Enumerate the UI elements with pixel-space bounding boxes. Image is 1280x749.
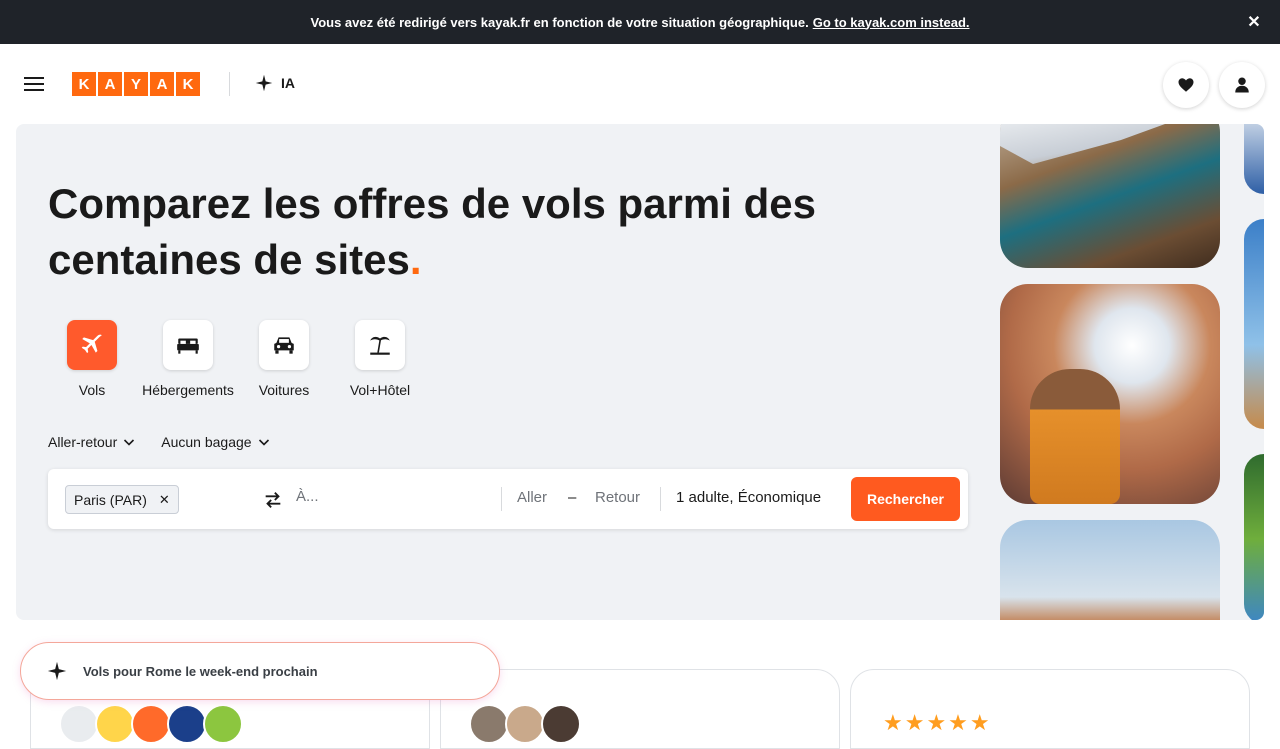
car-icon [259,320,309,370]
tab-hebergements[interactable]: Hébergements [140,320,236,398]
tab-label: Voitures [258,382,310,398]
field-divider [501,487,502,511]
close-icon[interactable]: ✕ [1244,12,1264,32]
avatar [505,704,545,744]
avatar [469,704,509,744]
chevron-down-icon [258,439,269,446]
search-filters: Aller-retour Aucun bagage [48,434,270,450]
field-divider [660,487,661,511]
sparkle-icon [255,74,273,92]
tab-label: Hébergements [142,382,234,398]
user-icon [1235,77,1249,93]
trip-type-label: Aller-retour [48,434,118,450]
search-button[interactable]: Rechercher [851,477,960,521]
avatar [541,704,581,744]
redirect-banner: Vous avez été redirigé vers kayak.fr en … [0,0,1280,44]
chevron-down-icon [124,439,135,446]
partner-logo [59,704,99,744]
date-dash: – [568,489,577,506]
origin-chip-label: Paris (PAR) [74,491,147,508]
landmark-photo [1244,219,1264,429]
traveler-avatars [469,704,581,744]
kayak-logo[interactable]: K A Y A K [72,72,200,96]
swap-icon[interactable] [262,489,284,511]
tab-vol-hotel[interactable]: Vol+Hôtel [332,320,428,398]
rating-stars: ★★★★★ [883,710,992,735]
partner-logo [131,704,171,744]
palm-trees-photo [1244,454,1264,620]
trip-type-dropdown[interactable]: Aller-retour [48,434,135,450]
logo-letter: Y [124,72,148,96]
title-dot: . [409,236,422,283]
baggage-dropdown[interactable]: Aucun bagage [161,434,269,450]
beach-icon [355,320,405,370]
ai-suggestion-text: Vols pour Rome le week-end prochain [83,663,318,679]
depart-date-field[interactable]: Aller [517,489,547,506]
logo-letter: K [72,72,96,96]
girl-at-window-photo [1000,284,1220,504]
favorites-button[interactable] [1163,62,1209,108]
desert-rocks-photo [1000,520,1220,620]
page-title: Comparez les offres de vols parmi des ce… [48,176,928,288]
logo-letter: A [98,72,122,96]
tab-label: Vol+Hôtel [349,382,411,398]
partner-logo [203,704,243,744]
flight-search-bar: Paris (PAR) ✕ Aller – Retour 1 adulte, É… [48,469,968,529]
city-photo [1244,124,1264,194]
travelers-card [440,669,840,749]
banner-message: Vous avez été redirigé vers kayak.fr en … [310,14,809,30]
category-tabs: Vols Hébergements Voitures Vol+Hôtel [44,320,428,398]
page-title-text: Comparez les offres de vols parmi des ce… [48,180,816,283]
tab-label: Vols [78,382,106,398]
partner-logo [95,704,135,744]
menu-icon[interactable] [22,73,46,95]
site-header: K A Y A K IA [0,44,1280,124]
baggage-label: Aucun bagage [161,434,252,450]
go-to-kayak-com-link[interactable]: Go to kayak.com instead. [813,15,970,30]
header-divider [229,72,230,96]
origin-chip[interactable]: Paris (PAR) ✕ [65,485,179,514]
hero-panel: Comparez les offres de vols parmi des ce… [16,124,1264,620]
heart-icon [1178,78,1194,92]
passengers-field[interactable]: 1 adulte, Économique [676,489,821,506]
account-button[interactable] [1219,62,1265,108]
wing-over-canyon-photo [1000,124,1220,268]
bed-icon [163,320,213,370]
destination-input[interactable] [296,488,486,505]
close-icon[interactable]: ✕ [159,492,170,508]
rating-card: ★★★★★ [850,669,1250,749]
partner-logo [167,704,207,744]
ia-label: IA [281,75,295,91]
plane-icon [67,320,117,370]
logo-letter: A [150,72,174,96]
return-date-field[interactable]: Retour [595,489,640,506]
partner-logos [59,704,243,744]
tab-vols[interactable]: Vols [44,320,140,398]
sparkle-icon [47,661,67,681]
ia-button[interactable]: IA [255,74,295,92]
ai-suggestion-button[interactable]: Vols pour Rome le week-end prochain [20,642,500,700]
tab-voitures[interactable]: Voitures [236,320,332,398]
logo-letter: K [176,72,200,96]
